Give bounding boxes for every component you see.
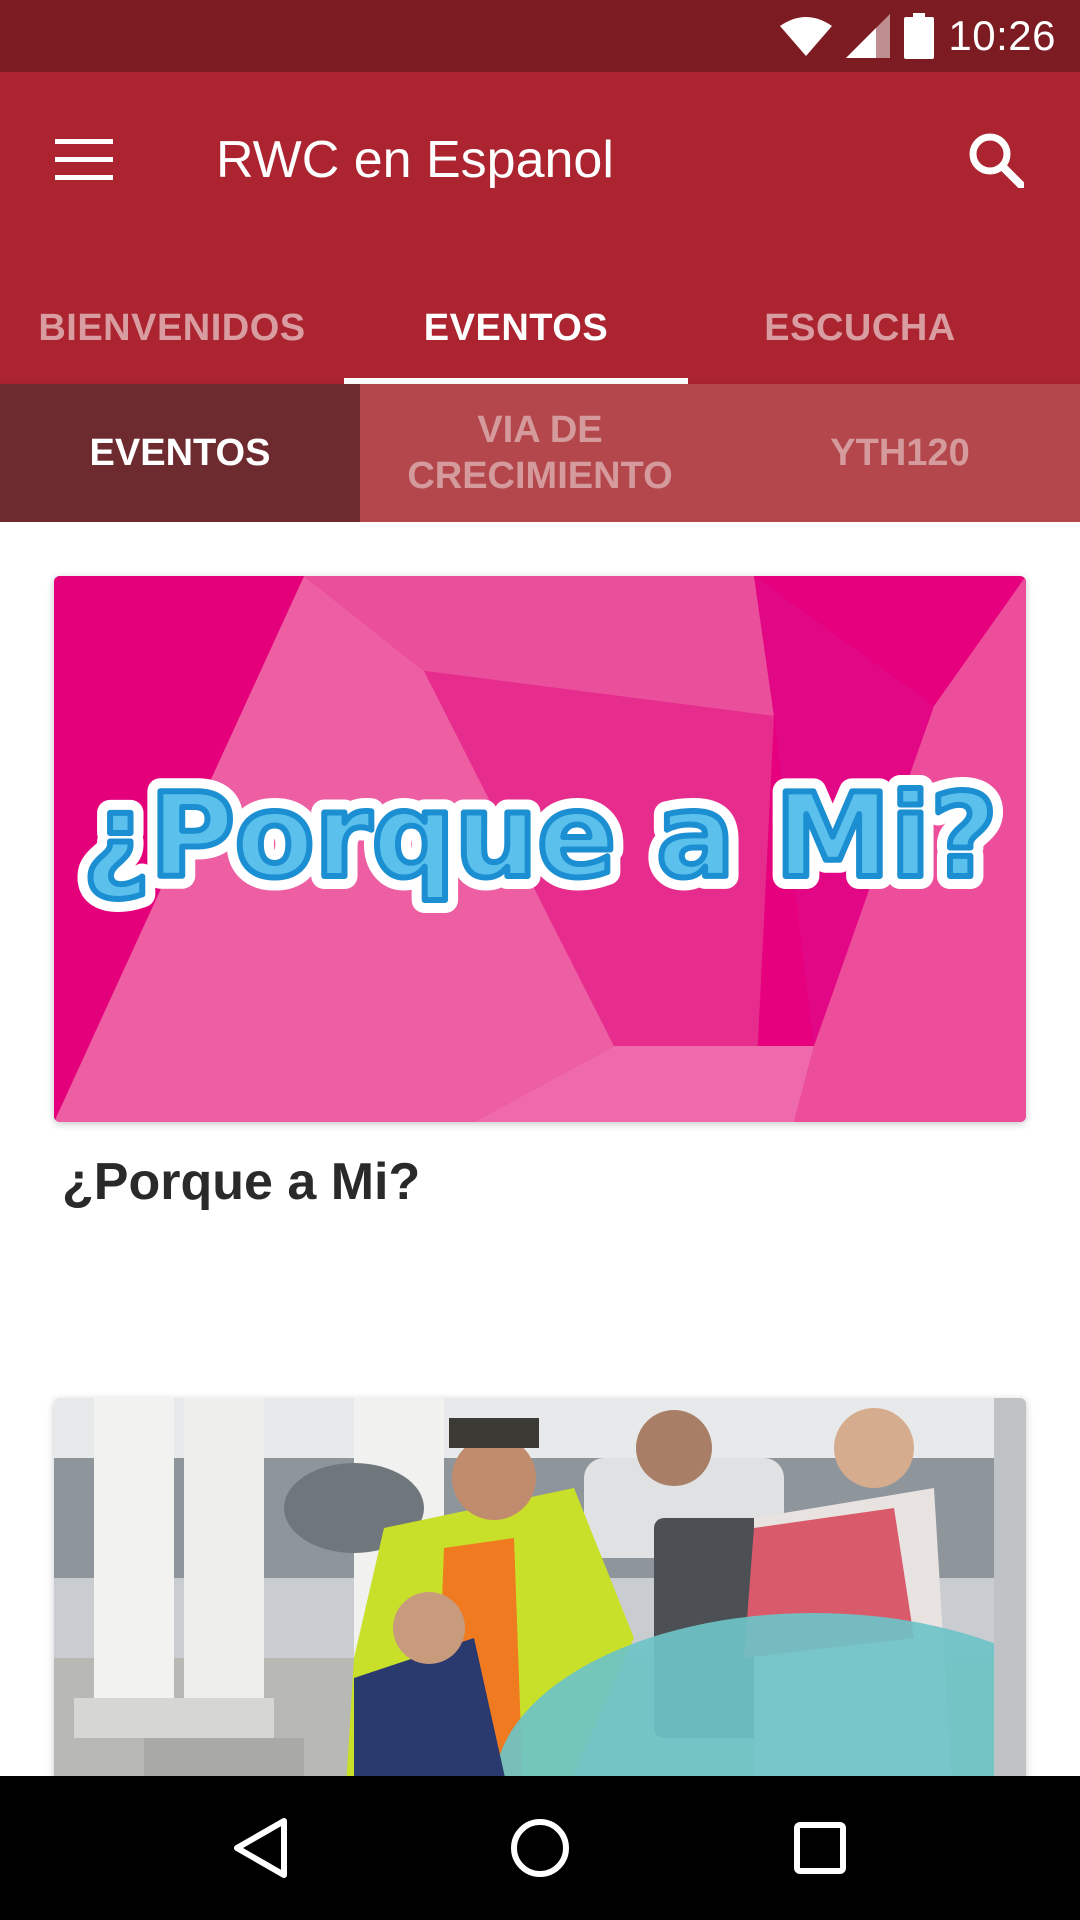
battery-icon (904, 13, 935, 59)
recents-icon (794, 1822, 846, 1874)
search-icon (969, 133, 1024, 188)
clock: 10:26 (948, 12, 1056, 59)
app-title: RWC en Espanol (216, 131, 614, 189)
status-icons: 10:26 (780, 0, 1056, 72)
event-image-2[interactable] (54, 1398, 1026, 1776)
signal-icon (846, 14, 891, 58)
home-button[interactable] (485, 1793, 595, 1903)
subtab-eventos[interactable]: EVENTOS (0, 384, 360, 522)
banner-text: ¿Porque a Mi? (82, 769, 997, 904)
app-bar: RWC en Espanol BIENVENIDOS EVENTOS ESCUC… (0, 72, 1080, 384)
event-image-porque-a-mi[interactable]: ¿Porque a Mi? ¿Porque a Mi? (54, 576, 1026, 1122)
tab-eventos[interactable]: EVENTOS (344, 272, 688, 384)
back-button[interactable] (205, 1793, 315, 1903)
events-list: ¿Porque a Mi? ¿Porque a Mi? ¿Porque a Mi… (0, 522, 1080, 1776)
wifi-icon (780, 17, 833, 56)
tab-escucha[interactable]: ESCUCHA (688, 272, 1032, 384)
hamburger-menu-icon (55, 139, 113, 180)
subtab-yth120[interactable]: YTH120 (720, 384, 1080, 522)
system-nav-bar (0, 1776, 1080, 1920)
home-icon (511, 1819, 569, 1877)
tab-bienvenidos[interactable]: BIENVENIDOS (0, 272, 344, 384)
back-icon (234, 1818, 287, 1878)
recents-button[interactable] (765, 1793, 875, 1903)
event-banner-graphic: ¿Porque a Mi? ¿Porque a Mi? (54, 576, 1026, 1122)
sub-tabs: EVENTOS VIA DE CRECIMIENTO YTH120 (0, 384, 1080, 522)
event-photo-graphic (54, 1398, 1026, 1776)
search-button[interactable] (952, 116, 1040, 204)
status-bar: 10:26 (0, 0, 1080, 72)
main-tabs: BIENVENIDOS EVENTOS ESCUCHA (0, 272, 1080, 384)
subtab-via-de-crecimiento[interactable]: VIA DE CRECIMIENTO (360, 384, 720, 522)
event-title[interactable]: ¿Porque a Mi? (62, 1152, 420, 1212)
menu-button[interactable] (40, 116, 128, 204)
